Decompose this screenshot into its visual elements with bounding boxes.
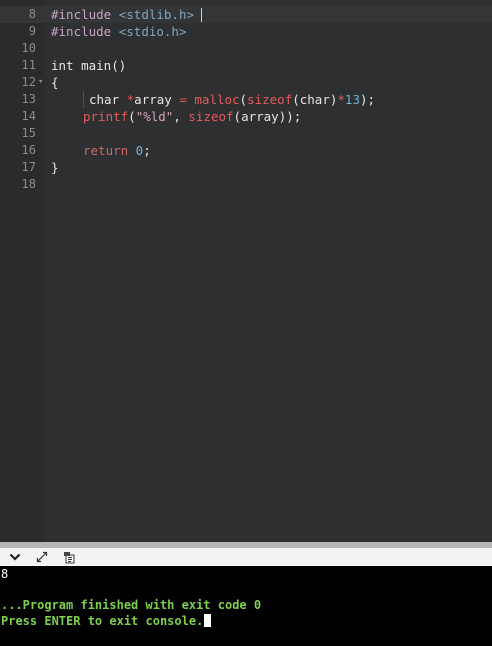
return-keyword: return (83, 143, 129, 158)
semicolon: ; (143, 143, 151, 158)
variable-name: array (134, 92, 172, 107)
code-line-11[interactable]: int main() (51, 57, 126, 74)
console-toolbar (0, 548, 492, 566)
code-line-17[interactable]: } (51, 159, 59, 176)
sizeof-keyword: sizeof (247, 92, 293, 107)
line-number: 13 (21, 92, 36, 106)
press-enter-text: Press ENTER to exit console. (1, 614, 204, 628)
assign-operator: = (171, 92, 195, 107)
line-number: 14 (21, 109, 36, 123)
string-literal: "%ld" (135, 109, 174, 124)
press-enter-prompt: Press ENTER to exit console. (1, 613, 212, 629)
program-output: 8 (1, 567, 9, 581)
line-number: 18 (21, 177, 36, 191)
code-line-9[interactable]: #include <stdio.h> (51, 23, 186, 40)
line-number: 17 (21, 160, 36, 174)
paren: ( (239, 92, 248, 107)
code-line-16[interactable]: return 0; (83, 142, 151, 159)
preprocessor-directive: #include (51, 24, 112, 39)
code-line-8[interactable]: #include <stdlib.h> (51, 6, 194, 23)
preprocessor-directive: #include (51, 7, 112, 22)
exit-status-message: ...Program finished with exit code 0 (1, 598, 262, 612)
text-caret (201, 8, 202, 22)
number-literal: 0 (128, 143, 144, 158)
expand-icon[interactable] (33, 549, 51, 565)
fold-toggle-icon[interactable]: ▾ (38, 74, 43, 91)
sizeof-keyword: sizeof (188, 109, 234, 124)
function-call: malloc (194, 92, 240, 107)
line-number: 12 (21, 75, 36, 89)
code-editor[interactable]: 8 #include <stdlib.h> 9 #include <stdio.… (0, 0, 492, 542)
comma: , (173, 109, 189, 124)
pointer-star: * (119, 92, 135, 107)
copy-icon[interactable] (60, 549, 78, 565)
code-line-13[interactable]: char *array = malloc(sizeof(char)*13); (89, 91, 375, 108)
include-header: <stdlib.h> (118, 7, 195, 22)
function-name: main() (73, 58, 127, 73)
statement-end: ); (359, 92, 376, 107)
code-area[interactable] (44, 0, 492, 542)
type-arg: (char) (292, 92, 338, 107)
line-number: 9 (28, 24, 36, 38)
multiply-operator: * (337, 92, 345, 107)
output-console[interactable]: 8 ...Program finished with exit code 0 P… (0, 566, 492, 646)
keyword: int (51, 58, 74, 73)
console-cursor (204, 614, 212, 627)
number-literal: 13 (344, 92, 360, 107)
line-number: 10 (21, 41, 36, 55)
open-brace: { (51, 75, 59, 90)
include-header: <stdio.h> (118, 24, 187, 39)
statement-end: (array)); (233, 109, 302, 124)
chevron-down-icon[interactable] (6, 549, 24, 565)
paren: ( (128, 109, 136, 124)
code-line-14[interactable]: printf("%ld", sizeof(array)); (83, 108, 301, 125)
line-number: 11 (21, 58, 36, 72)
line-number: 16 (21, 143, 36, 157)
line-number: 15 (21, 126, 36, 140)
line-number: 8 (28, 7, 36, 21)
code-line-12[interactable]: { (51, 74, 59, 91)
close-brace: } (51, 160, 59, 175)
function-call: printf (83, 109, 129, 124)
indent-guide (83, 91, 85, 108)
type-keyword: char (89, 92, 120, 107)
